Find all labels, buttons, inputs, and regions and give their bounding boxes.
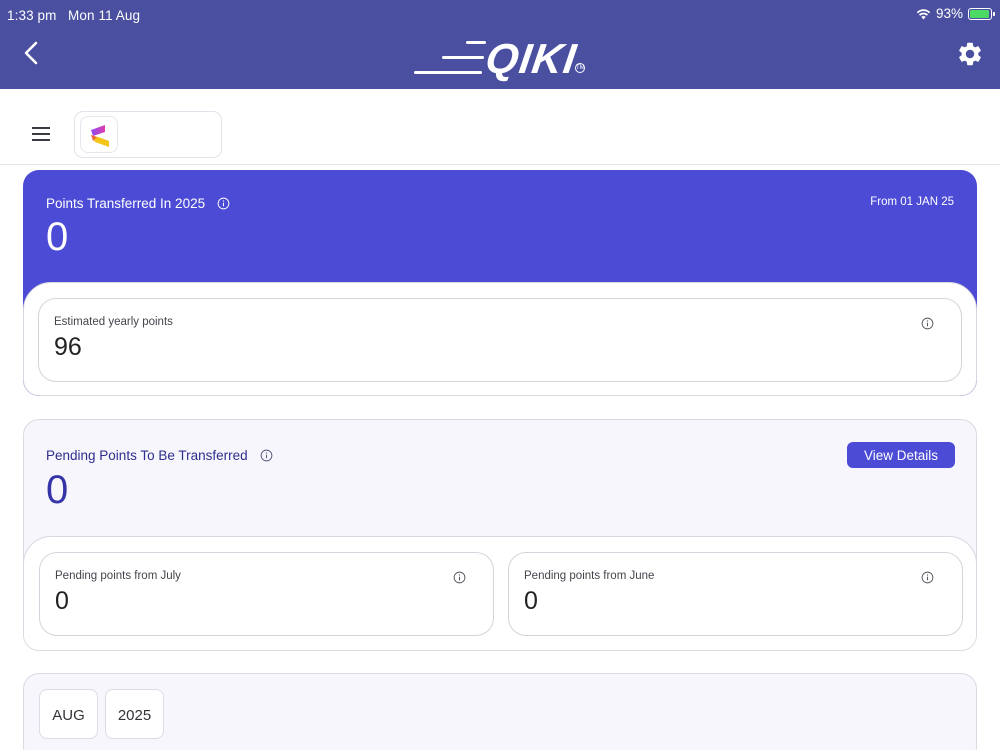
hamburger-menu-icon	[32, 127, 50, 129]
view-details-button[interactable]: View Details	[847, 442, 955, 468]
brand-logo-icon	[91, 125, 109, 147]
estimated-yearly-points-label: Estimated yearly points	[54, 316, 173, 328]
battery-icon	[968, 7, 995, 20]
status-clock: 1:33 pm	[7, 8, 57, 23]
menu-button[interactable]	[32, 127, 50, 141]
logo-text: QIKI	[482, 35, 580, 82]
qiki-logo: QIKI TM	[414, 35, 589, 82]
organization-selector[interactable]	[74, 111, 222, 158]
pending-june-value: 0	[524, 587, 538, 615]
pending-july-value: 0	[55, 587, 69, 615]
wifi-icon	[916, 8, 931, 19]
pending-points-title-row: Pending Points To Be Transferred	[46, 448, 273, 463]
status-indicators: 93%	[916, 6, 995, 21]
app-header: 1:33 pm Mon 11 Aug 93% QIKI TM	[0, 0, 1000, 89]
points-transferred-value: 0	[46, 215, 69, 259]
estimated-yearly-points-box: Estimated yearly points 96	[38, 298, 962, 382]
info-icon[interactable]	[921, 317, 934, 330]
gear-icon	[959, 42, 981, 66]
points-transferred-card: Points Transferred In 2025 0 From 01 JAN…	[23, 170, 977, 396]
pending-points-card: Pending Points To Be Transferred 0 View …	[23, 419, 977, 651]
info-icon[interactable]	[260, 449, 273, 462]
pending-points-value: 0	[46, 468, 69, 512]
organization-logo	[80, 116, 118, 153]
battery-level	[970, 9, 989, 18]
estimated-section: Estimated yearly points 96	[23, 282, 977, 396]
status-time: 1:33 pm Mon 11 Aug	[7, 8, 140, 23]
estimated-yearly-points-value: 96	[54, 333, 82, 361]
year-selector[interactable]: 2025	[105, 689, 164, 739]
points-transferred-title: Points Transferred In 2025	[46, 196, 206, 211]
from-date-label: From 01 JAN 25	[870, 196, 954, 208]
pending-june-box: Pending points from June 0	[508, 552, 963, 636]
trademark-icon: TM	[575, 63, 585, 73]
battery-percent: 93%	[935, 6, 963, 21]
pending-june-label: Pending points from June	[524, 570, 655, 582]
chevron-left-icon	[24, 41, 38, 65]
points-transferred-title-row: Points Transferred In 2025	[46, 196, 230, 211]
info-icon[interactable]	[453, 571, 466, 584]
back-button[interactable]	[18, 38, 46, 68]
pending-july-box: Pending points from July 0	[39, 552, 494, 636]
period-filter-card: AUG 2025	[23, 673, 977, 750]
sub-header	[0, 89, 1000, 165]
month-selector[interactable]: AUG	[39, 689, 98, 739]
info-icon[interactable]	[921, 571, 934, 584]
info-icon[interactable]	[217, 197, 230, 210]
pending-points-title: Pending Points To Be Transferred	[46, 448, 248, 463]
status-date: Mon 11 Aug	[68, 8, 141, 23]
pending-july-label: Pending points from July	[55, 570, 181, 582]
pending-breakdown-section: Pending points from July 0 Pending point…	[24, 536, 976, 650]
settings-button[interactable]	[956, 40, 984, 68]
